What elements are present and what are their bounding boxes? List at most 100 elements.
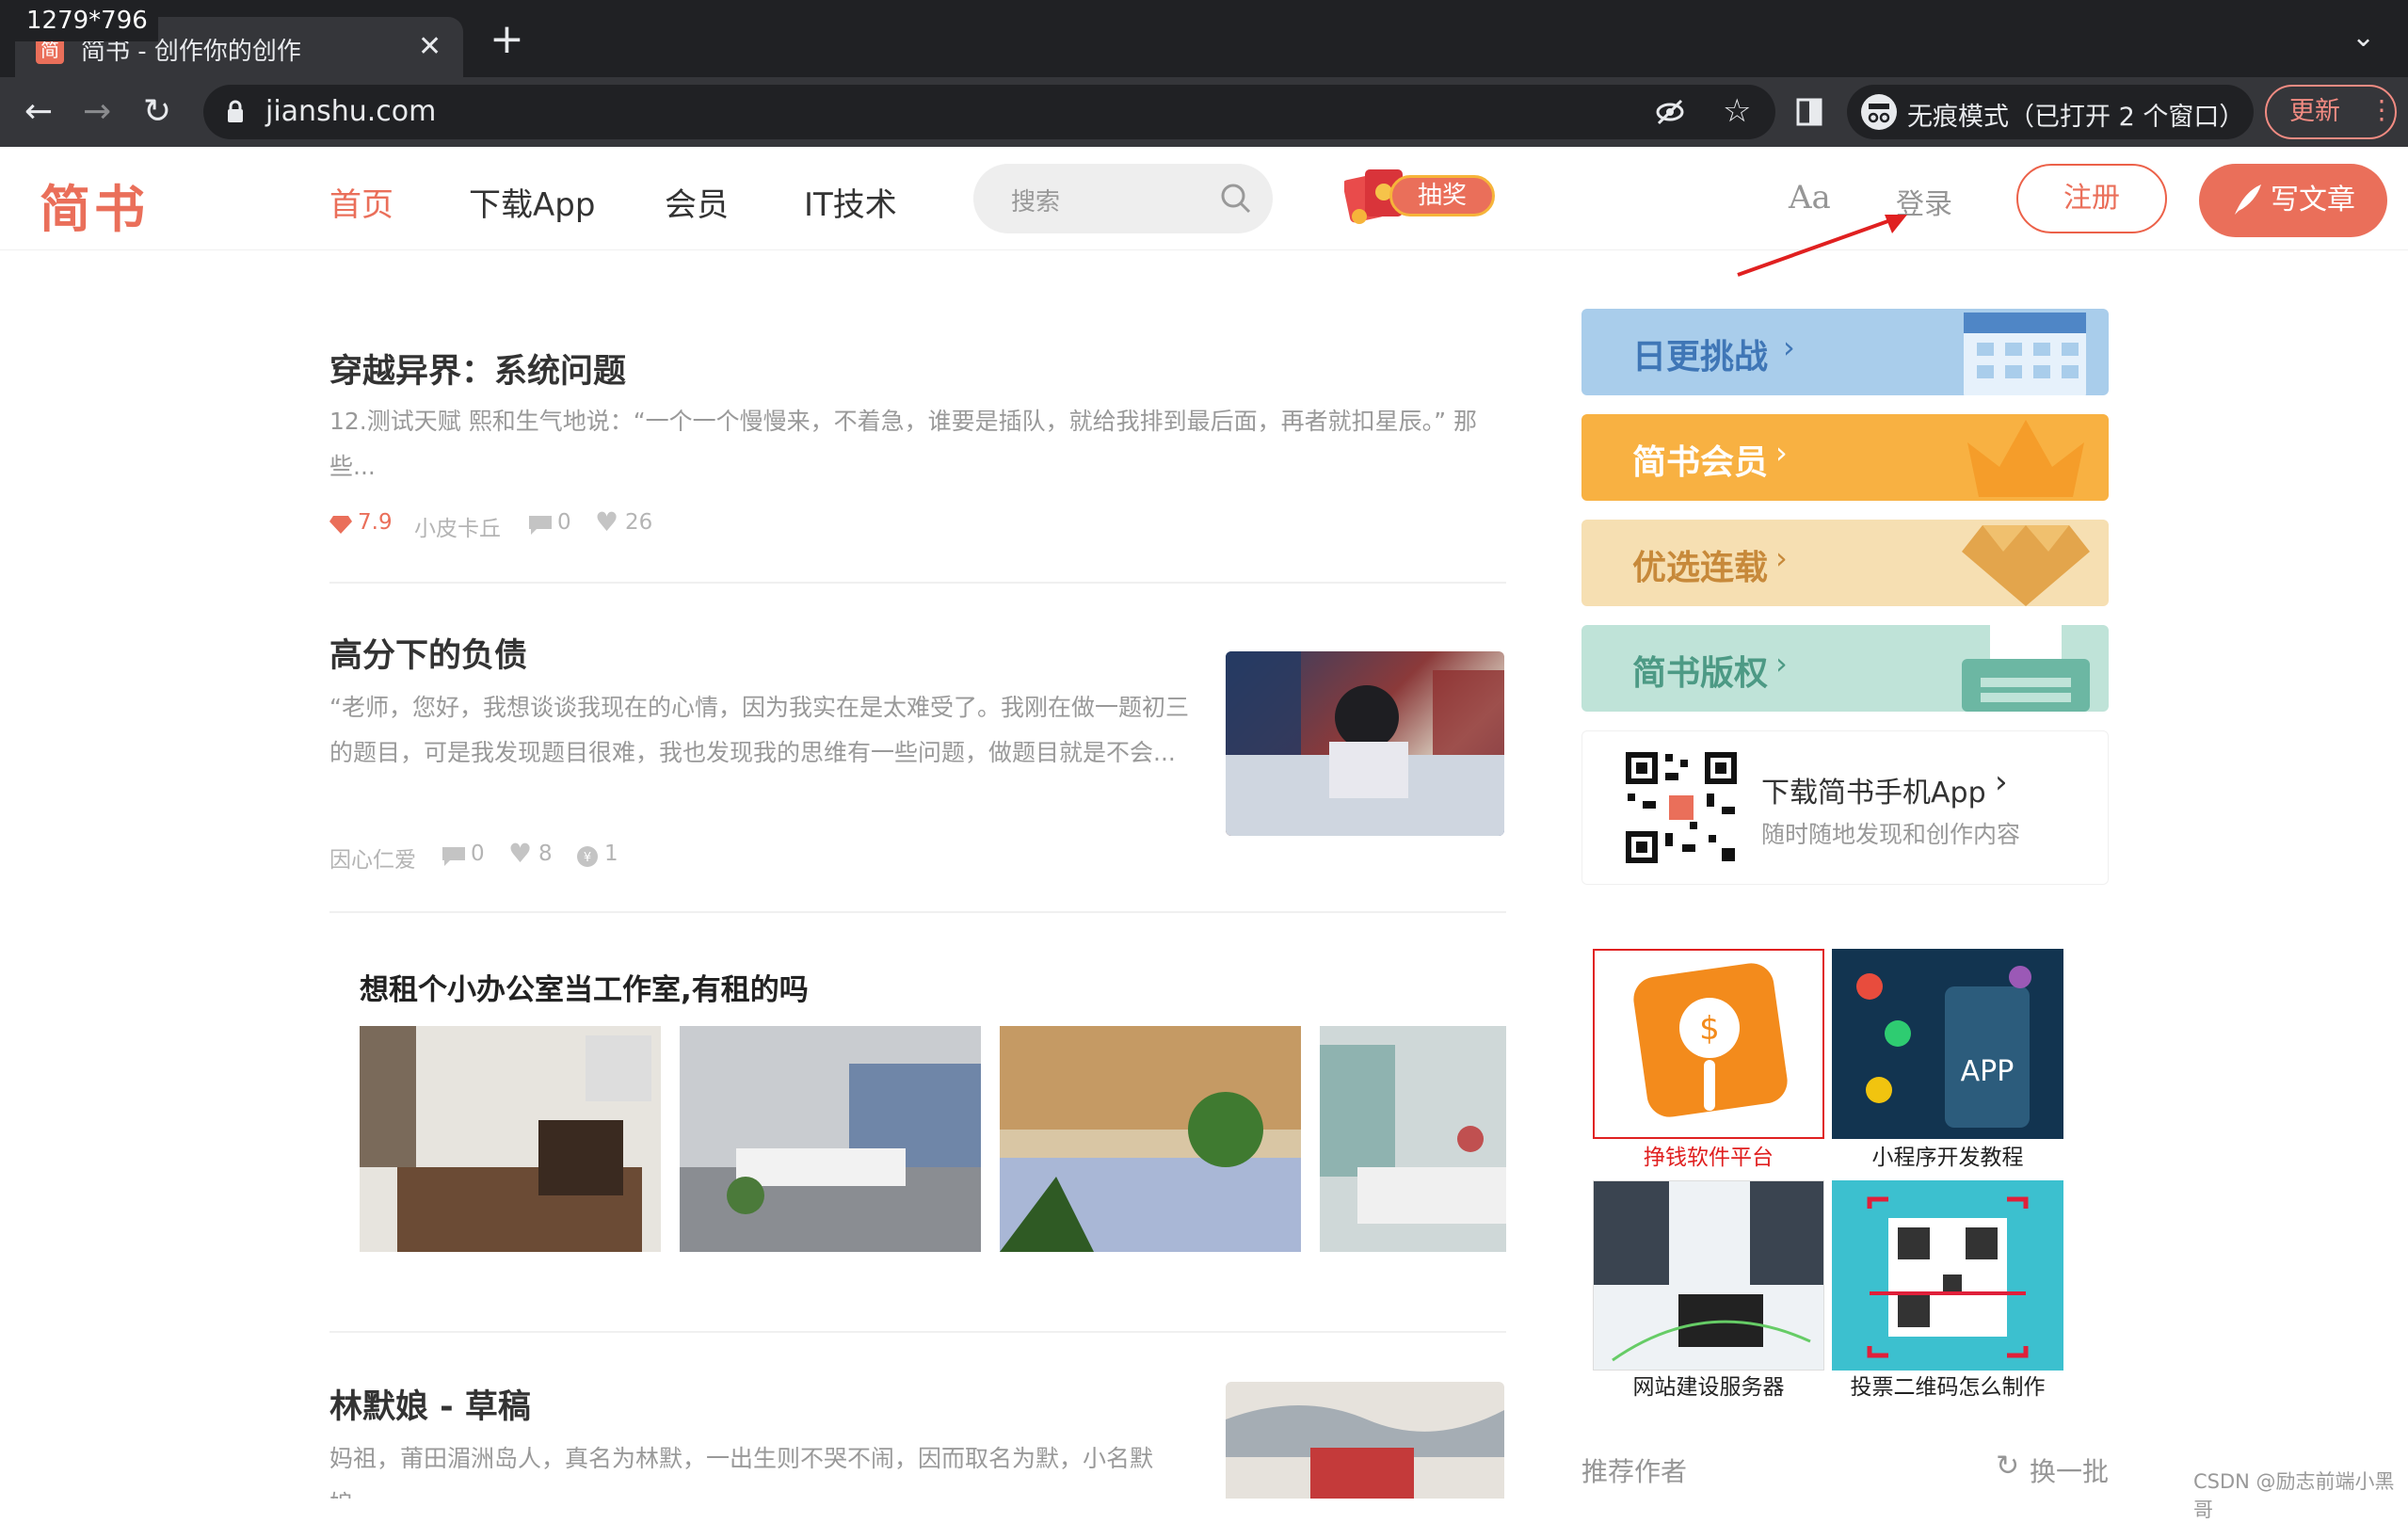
ad-image-office-1[interactable]: [360, 1026, 661, 1252]
write-article-button[interactable]: 写文章: [2199, 164, 2387, 237]
article-likes: 8: [538, 842, 553, 866]
lottery-button[interactable]: 抽奖: [1344, 166, 1514, 228]
nav-it-tech[interactable]: IT技术: [804, 179, 897, 225]
nav-member[interactable]: 会员: [665, 179, 729, 225]
ad-mini-program[interactable]: APP: [1832, 949, 2063, 1139]
ad-caption: 挣钱软件平台: [1644, 1146, 1774, 1170]
typewriter-icon: [1962, 625, 2090, 712]
reload-icon[interactable]: ↻: [143, 94, 171, 130]
dimension-label: 1279*796: [0, 0, 158, 41]
ad-image-office-3[interactable]: [1000, 1026, 1301, 1252]
meeting-room-image: [1320, 1026, 1506, 1252]
eye-off-icon[interactable]: [1655, 98, 1685, 126]
comment-icon: [442, 847, 465, 866]
banner-copyright[interactable]: 简书版权 ›: [1581, 625, 2109, 712]
article-author[interactable]: 小皮卡丘: [414, 510, 501, 542]
ad-caption: 网站建设服务器: [1632, 1375, 1785, 1400]
ad-block-title[interactable]: 想租个小办公室当工作室,有租的吗: [360, 966, 809, 1008]
banner-daily-challenge[interactable]: 日更挑战 ›: [1581, 309, 2109, 395]
new-tab-icon[interactable]: +: [490, 19, 524, 60]
ad-qr-vote[interactable]: [1832, 1180, 2063, 1371]
article-abstract: 12.测试天赋 熙和生气地说：“一个一个慢慢来，不着急，谁要是插队，就给我排到最…: [329, 408, 1478, 480]
article-thumbnail[interactable]: [1226, 1382, 1504, 1499]
article-title[interactable]: 林默娘 - 草稿: [329, 1380, 531, 1428]
ad-caption: 小程序开发教程: [1871, 1146, 2024, 1170]
update-label: 更新: [2289, 97, 2340, 126]
incognito-indicator[interactable]: 无痕模式（已打开 2 个窗口）: [1847, 85, 2254, 139]
article-author[interactable]: 因心仁爱: [329, 842, 416, 874]
lock-icon: [228, 100, 243, 122]
refresh-authors-link[interactable]: 换一批: [2030, 1451, 2109, 1489]
divider: [329, 911, 1506, 913]
site-logo[interactable]: 简书: [40, 168, 149, 242]
ad-earn-money[interactable]: $: [1593, 949, 1824, 1139]
back-icon[interactable]: ←: [24, 94, 53, 130]
app-download-title: 下载简书手机App: [1761, 777, 1986, 810]
chevron-right-icon: ›: [1775, 435, 1788, 471]
chevron-right-icon: ›: [1783, 329, 1795, 365]
forward-icon[interactable]: →: [83, 94, 111, 130]
site-header: 简书 首页 下载App 会员 IT技术 搜索 抽奖 Aa 登录 注册 写文章: [0, 147, 2408, 250]
heart-icon: ♥: [508, 838, 533, 869]
address-bar[interactable]: jianshu.com ☆: [203, 85, 1775, 139]
nav-download-app[interactable]: 下载App: [469, 179, 595, 225]
article-title[interactable]: 穿越异界：系统问题: [329, 345, 626, 393]
url-text: jianshu.com: [265, 95, 437, 128]
calendar-icon: [1964, 313, 2086, 395]
comment-icon: [529, 516, 552, 535]
search-placeholder: 搜索: [1011, 188, 1061, 216]
app-download-card[interactable]: 下载简书手机App › 随时随地发现和创作内容: [1581, 730, 2109, 885]
banner-label: 简书会员: [1632, 443, 1769, 482]
reward-coin-icon: ¥: [577, 846, 598, 867]
ad-image-office-4[interactable]: [1320, 1026, 1506, 1252]
ad-caption: 投票二维码怎么制作: [1850, 1375, 2046, 1400]
feather-pen-icon: [2235, 184, 2261, 215]
close-tab-icon[interactable]: ✕: [418, 30, 441, 63]
qr-code-icon: [1624, 750, 1739, 865]
menu-dots-icon[interactable]: ⋮: [2368, 85, 2395, 136]
painting-image: [1226, 1382, 1504, 1499]
csdn-watermark: CSDN @励志前端小黑哥: [2193, 1470, 2395, 1521]
bookmark-star-icon[interactable]: ☆: [1723, 92, 1751, 130]
svg-text:¥: ¥: [584, 851, 591, 865]
divider: [329, 1331, 1506, 1333]
article-rewards: 1: [604, 842, 618, 866]
article-title[interactable]: 高分下的负债: [329, 629, 527, 677]
empty-office-image: [1000, 1026, 1301, 1252]
app-phone-image: APP: [1832, 949, 2063, 1139]
student-studying-image: [1226, 651, 1504, 836]
search-input[interactable]: 搜索: [973, 164, 1273, 233]
banner-serial[interactable]: 优选连载 ›: [1581, 520, 2109, 606]
side-panel-icon[interactable]: [1796, 98, 1822, 126]
article-abstract: 妈祖，莆田湄洲岛人，真名为林默，一出生则不哭不闹，因而取名为默，小名默娘。: [329, 1445, 1154, 1499]
article-abstract: “老师，您好，我想谈谈我现在的心情，因为我实在是太难受了。我刚在做一题初三的题目…: [329, 694, 1189, 766]
article-comments[interactable]: 0: [557, 510, 571, 535]
article-comments[interactable]: 0: [471, 842, 485, 866]
open-office-image: [680, 1026, 981, 1252]
incognito-text: 无痕模式（已打开 2 个窗口）: [1907, 103, 2245, 132]
nav-home[interactable]: 首页: [329, 179, 393, 225]
qr-scan-image: [1832, 1180, 2063, 1371]
article-thumbnail[interactable]: [1226, 651, 1504, 836]
chevron-right-icon: ›: [1775, 646, 1788, 681]
incognito-icon: [1861, 94, 1897, 130]
magnifier-coin-image: $: [1633, 963, 1788, 1117]
write-label: 写文章: [2271, 184, 2355, 216]
banner-label: 优选连载: [1632, 549, 1769, 587]
update-button[interactable]: 更新 ⋮: [2265, 85, 2397, 139]
refresh-icon[interactable]: ↻: [1996, 1450, 2019, 1483]
ad-image-office-2[interactable]: [680, 1026, 981, 1252]
browser-toolbar: ← → ↻ jianshu.com ☆ 无痕模式（已打开 2 个窗口） 更新 ⋮: [0, 77, 2408, 147]
office-desk-image: [360, 1026, 661, 1252]
banner-member[interactable]: 简书会员 ›: [1581, 414, 2109, 501]
server-rack-image: [1594, 1181, 1823, 1370]
register-button[interactable]: 注册: [2016, 164, 2167, 233]
annotation-arrow: [1737, 215, 1907, 277]
chevron-right-icon: ›: [1995, 763, 2008, 801]
tab-search-chevron-icon[interactable]: ⌄: [2352, 21, 2375, 54]
ad-server[interactable]: [1593, 1180, 1824, 1371]
svg-text:$: $: [1699, 1010, 1720, 1048]
search-icon[interactable]: [1220, 183, 1252, 215]
browser-tab-bar: 1279*796 简 简书 - 创作你的创作 ✕ + ⌄: [0, 0, 2408, 77]
article-likes: 26: [625, 510, 653, 535]
